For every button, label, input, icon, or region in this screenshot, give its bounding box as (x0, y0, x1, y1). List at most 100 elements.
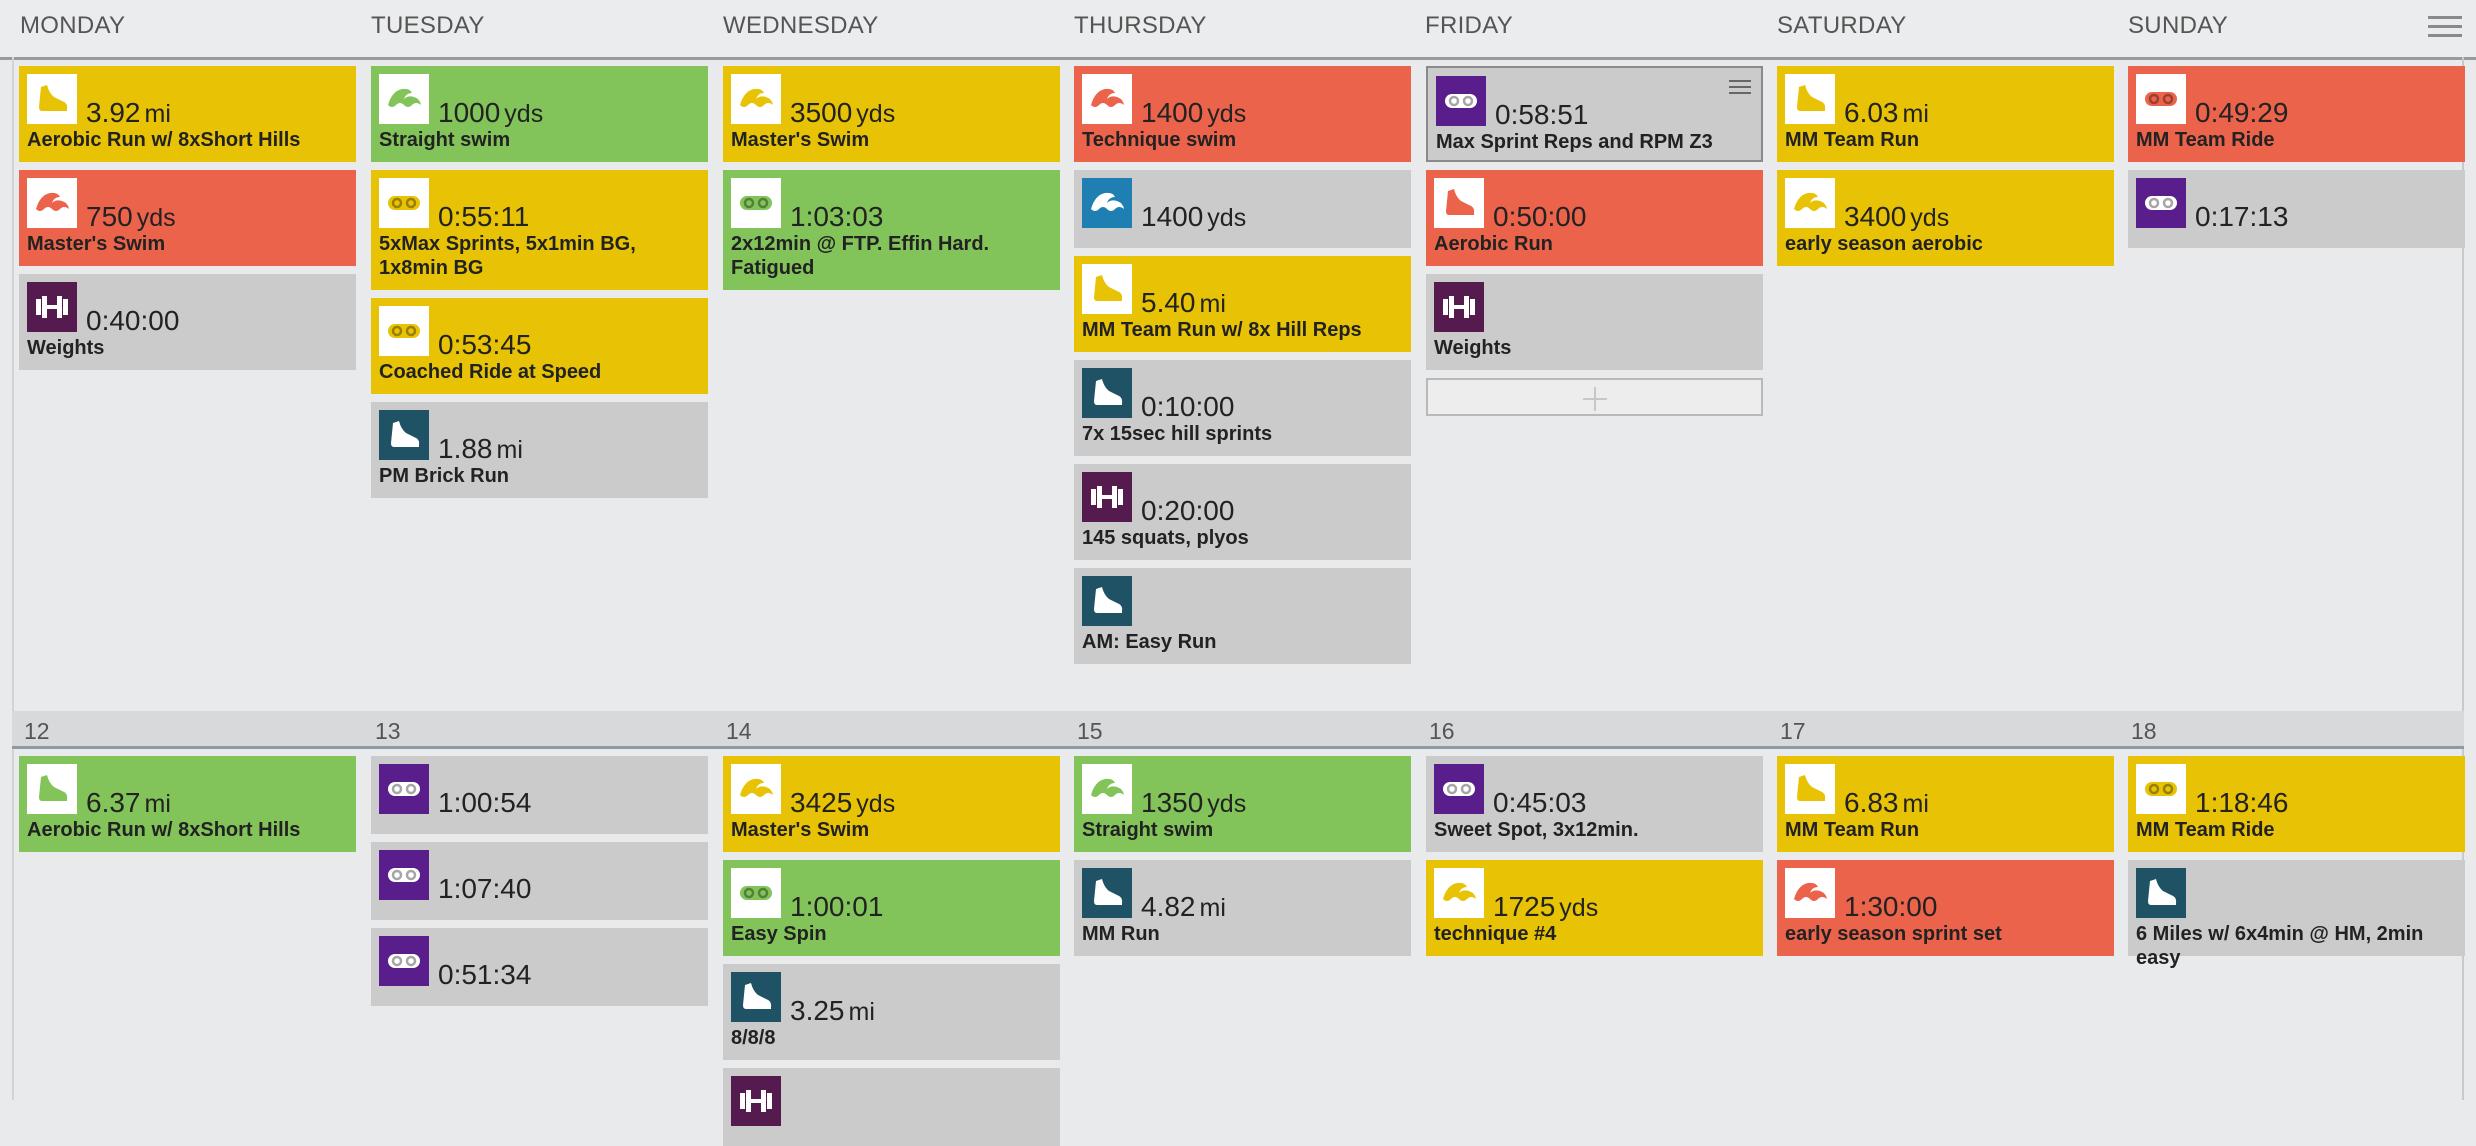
workout-amount: 1350 (1141, 787, 1204, 818)
workout-card-swim[interactable]: 1000 yds Straight swim (371, 66, 708, 162)
workout-unit: mi (848, 998, 875, 1026)
workout-unit: yds (1910, 204, 1950, 232)
workout-card-run[interactable]: 0:50:00 Aerobic Run (1426, 170, 1763, 266)
run-shoe-icon (1082, 264, 1132, 314)
workout-amount: 0:40:00 (86, 305, 180, 336)
workout-value: 1:00:54 (438, 789, 531, 817)
workout-card-run[interactable]: 3.92 mi Aerobic Run w/ 8xShort Hills (19, 66, 356, 162)
workout-title: Weights (1434, 337, 1512, 359)
workout-card-swim[interactable]: 1400 yds Technique swim (1074, 66, 1411, 162)
workout-title: Master's Swim (731, 129, 870, 151)
workout-card-run[interactable]: 3.25 mi 8/8/8 (723, 964, 1060, 1060)
workout-value: 1:07:40 (438, 875, 531, 903)
run-shoe-icon (1785, 74, 1835, 124)
workout-card-bike[interactable]: 1:03:03 2x12min @ FTP. Effin Hard. Fatigu… (723, 170, 1060, 290)
workout-card-bike[interactable]: 0:17:13 (2128, 170, 2465, 248)
workout-card-swim[interactable]: 1:30:00 early season sprint set (1777, 860, 2114, 956)
workout-card-bike[interactable]: 0:58:51 Max Sprint Reps and RPM Z3 (1426, 66, 1763, 162)
workout-title: 7x 15sec hill sprints (1082, 423, 1273, 445)
workout-card-bike[interactable]: 0:45:03 Sweet Spot, 3x12min. (1426, 756, 1763, 852)
workout-value: 1.88 mi (438, 435, 523, 463)
workout-card-bike[interactable]: 1:00:54 (371, 756, 708, 834)
dumbbell-icon (1082, 472, 1132, 522)
swim-wave-icon (1434, 868, 1484, 918)
bike-chain-icon (379, 936, 429, 986)
workout-amount: 1:07:40 (438, 873, 532, 904)
workout-amount: 0:50:00 (1493, 201, 1587, 232)
workout-value: 1:00:01 (790, 893, 883, 921)
workout-card-bike[interactable]: 1:00:01 Easy Spin (723, 860, 1060, 956)
workout-unit: yds (1207, 790, 1247, 818)
workout-card-bike[interactable]: 1:18:46 MM Team Ride (2128, 756, 2465, 852)
workout-amount: 0:20:00 (1141, 495, 1235, 526)
workout-card-swim[interactable]: 1350 yds Straight swim (1074, 756, 1411, 852)
workout-card-run[interactable]: 6.83 mi MM Team Run (1777, 756, 2114, 852)
workout-card-swim[interactable]: 3500 yds Master's Swim (723, 66, 1060, 162)
workout-card-strength[interactable]: Weights (1426, 274, 1763, 370)
workout-amount: 1:18:46 (2195, 787, 2289, 818)
week-header: MONDAY TUESDAY WEDNESDAY THURSDAY FRIDAY… (0, 0, 2476, 60)
workout-card-strength[interactable]: 0:20:00 145 squats, plyos (1074, 464, 1411, 560)
workout-card-run[interactable]: 4.82 mi MM Run (1074, 860, 1411, 956)
workout-card-bike[interactable]: 0:51:34 (371, 928, 708, 1006)
workout-title: Coached Ride at Speed (379, 361, 602, 383)
workout-card-swim[interactable]: 750 yds Master's Swim (19, 170, 356, 266)
workout-title: 145 squats, plyos (1082, 527, 1249, 549)
workout-title: Easy Spin (731, 923, 827, 945)
workout-unit: yds (1559, 894, 1599, 922)
workout-amount: 0:58:51 (1495, 99, 1589, 130)
workout-value: 0:55:11 (438, 203, 529, 231)
workout-card-run[interactable]: 6.03 mi MM Team Run (1777, 66, 2114, 162)
workout-card-run[interactable]: 6 Miles w/ 6x4min @ HM, 2min easy (2128, 860, 2465, 969)
workout-value: 0:40:00 (86, 307, 179, 335)
workout-value: 1400 yds (1141, 99, 1246, 127)
workout-unit: mi (496, 436, 523, 464)
workout-card-bike[interactable]: 0:49:29 MM Team Ride (2128, 66, 2465, 162)
bike-chain-icon (379, 178, 429, 228)
workout-card-swim[interactable]: 3400 yds early season aerobic (1777, 170, 2114, 266)
workout-amount: 1400 (1141, 201, 1204, 232)
workout-amount: 6.03 (1844, 97, 1899, 128)
menu-icon[interactable] (2428, 16, 2462, 38)
workout-value: 1:03:03 (790, 203, 883, 231)
add-workout-button[interactable] (1426, 378, 1763, 416)
workout-card-run[interactable]: 6.37 mi Aerobic Run w/ 8xShort Hills (19, 756, 356, 852)
run-shoe-icon (731, 972, 781, 1022)
workout-amount: 1:00:54 (438, 787, 532, 818)
workout-card-bike[interactable]: 1:07:40 (371, 842, 708, 920)
workout-card-run[interactable]: AM: Easy Run (1074, 568, 1411, 664)
workout-card-bike[interactable]: 0:55:11 5xMax Sprints, 5x1min BG, 1x8min … (371, 170, 708, 290)
workout-card-run[interactable]: 0:10:00 7x 15sec hill sprints (1074, 360, 1411, 456)
workout-amount: 1000 (438, 97, 501, 128)
workout-amount: 5.40 (1141, 287, 1196, 318)
bike-chain-icon (379, 764, 429, 814)
workout-title: MM Run (1082, 923, 1160, 945)
calendar-left-border (12, 57, 14, 1100)
card-menu-icon[interactable] (1729, 80, 1751, 94)
workout-amount: 3425 (790, 787, 853, 818)
workout-unit: yds (1207, 204, 1247, 232)
workout-amount: 3400 (1844, 201, 1907, 232)
workout-card-run[interactable]: 5.40 mi MM Team Run w/ 8x Hill Reps (1074, 256, 1411, 352)
workout-value: 1:18:46 (2195, 789, 2288, 817)
workout-amount: 3.25 (790, 995, 845, 1026)
workout-amount: 3500 (790, 97, 853, 128)
swim-wave-icon (379, 74, 429, 124)
workout-card-swim[interactable]: 1725 yds technique #4 (1426, 860, 1763, 956)
workout-card-run[interactable]: 1.88 mi PM Brick Run (371, 402, 708, 498)
workout-title: Max Sprint Reps and RPM Z3 (1436, 131, 1713, 153)
workout-title: Master's Swim (731, 819, 870, 841)
workout-value: 0:51:34 (438, 961, 531, 989)
day-header-wednesday: WEDNESDAY (723, 12, 879, 39)
day-header-monday: MONDAY (20, 12, 126, 39)
workout-card-bike[interactable]: 0:53:45 Coached Ride at Speed (371, 298, 708, 394)
workout-card-swim[interactable]: 3425 yds Master's Swim (723, 756, 1060, 852)
workout-card-swim[interactable]: 1400 yds (1074, 170, 1411, 248)
workout-amount: 750 (86, 201, 133, 232)
workout-card-strength[interactable] (723, 1068, 1060, 1146)
workout-card-strength[interactable]: 0:40:00 Weights (19, 274, 356, 370)
workout-amount: 0:53:45 (438, 329, 532, 360)
workout-unit: mi (1199, 290, 1226, 318)
workout-title: Aerobic Run w/ 8xShort Hills (27, 819, 301, 841)
run-shoe-icon (1785, 764, 1835, 814)
